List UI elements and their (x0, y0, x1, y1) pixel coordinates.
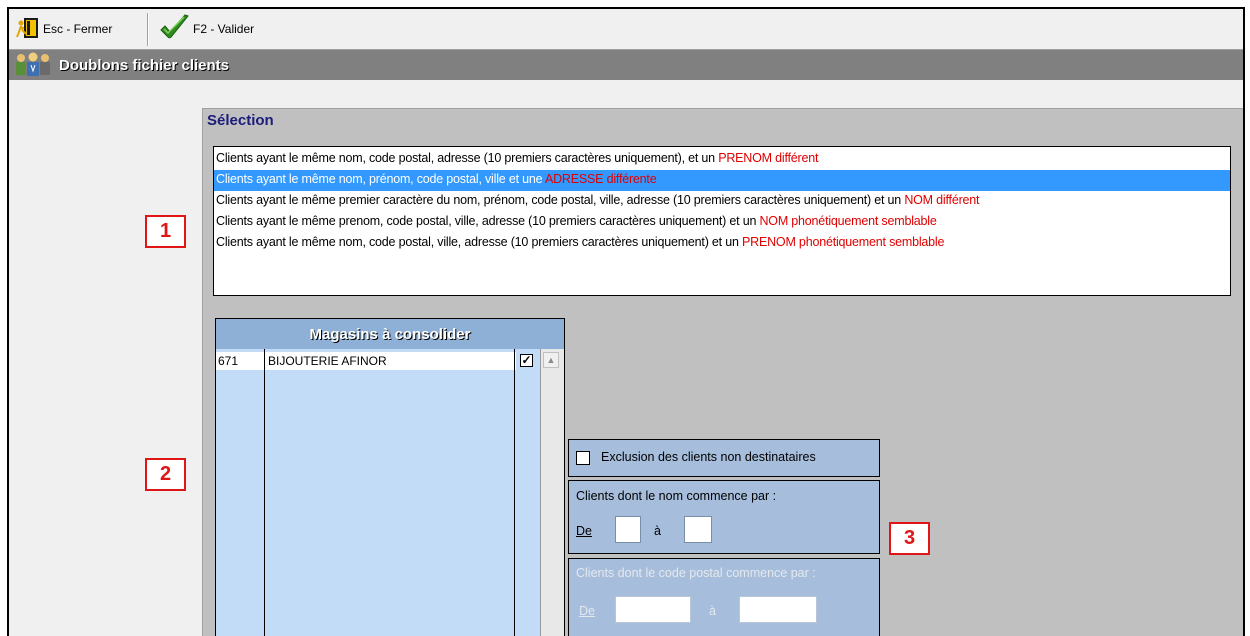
name-from-label: De (576, 524, 592, 538)
criteria-item-selected[interactable]: Clients ayant le même nom, prénom, code … (214, 170, 1230, 191)
toolbar: Esc - Fermer F2 - Valider (9, 9, 1243, 50)
form-title-bar: Doublons fichier clients (9, 50, 1243, 80)
criteria-text: Clients ayant le même nom, code postal, … (216, 235, 742, 249)
criteria-text: Clients ayant le même premier caractère … (216, 193, 905, 207)
store-checkbox[interactable]: ✓ (520, 354, 533, 367)
table-row[interactable]: 671 BIJOUTERIE AFINOR (216, 352, 516, 370)
marker-1: 1 (145, 215, 186, 248)
exclusion-label: Exclusion des clients non destinataires (601, 450, 816, 464)
selection-title: Sélection (207, 112, 274, 129)
criteria-highlight: ADRESSE différente (544, 172, 657, 186)
criteria-text: Clients ayant le même prenom, code posta… (216, 214, 760, 228)
close-button[interactable]: Esc - Fermer (15, 14, 112, 44)
criteria-item[interactable]: Clients ayant le même nom, code postal, … (214, 149, 1230, 170)
postal-from-input[interactable] (615, 596, 691, 623)
stores-grid-body: 671 BIJOUTERIE AFINOR ✓ ▲ (216, 349, 564, 636)
stores-grid[interactable]: Magasins à consolider 671 BIJOUTERIE AFI… (215, 318, 565, 636)
people-group-icon (13, 51, 53, 80)
name-from-input[interactable] (615, 516, 641, 543)
exclusion-checkbox[interactable] (576, 451, 590, 465)
main-content: Sélection Clients ayant le même nom, cod… (9, 80, 1243, 636)
scroll-up-arrow-icon[interactable]: ▲ (543, 352, 559, 368)
postal-to-input[interactable] (739, 596, 817, 623)
stores-grid-header: Magasins à consolider (216, 319, 564, 349)
postal-range-title: Clients dont le code postal commence par… (576, 566, 816, 580)
criteria-item[interactable]: Clients ayant le même prenom, code posta… (214, 212, 1230, 233)
postal-to-label: à (709, 604, 716, 618)
marker-3: 3 (889, 522, 930, 555)
name-range-title: Clients dont le nom commence par : (576, 489, 777, 503)
toolbar-separator (147, 13, 148, 46)
exclusion-box: Exclusion des clients non destinataires (568, 439, 880, 477)
postal-from-label: De (579, 604, 595, 618)
name-to-label: à (654, 524, 661, 538)
store-code: 671 (218, 354, 239, 368)
form-title: Doublons fichier clients (59, 56, 230, 74)
criteria-item[interactable]: Clients ayant le même nom, code postal, … (214, 233, 1230, 254)
criteria-text: Clients ayant le même nom, prénom, code … (216, 172, 545, 186)
store-name: BIJOUTERIE AFINOR (268, 354, 387, 368)
name-range-box: Clients dont le nom commence par : De à (568, 480, 880, 554)
criteria-item[interactable]: Clients ayant le même premier caractère … (214, 191, 1230, 212)
column-divider (264, 349, 265, 636)
criteria-highlight: PRENOM phonétiquement semblable (742, 235, 945, 249)
exit-door-icon (15, 15, 41, 44)
marker-2: 2 (145, 458, 186, 491)
criteria-text: Clients ayant le même nom, code postal, … (216, 151, 719, 165)
duplicate-criteria-list[interactable]: Clients ayant le même nom, code postal, … (213, 146, 1231, 296)
checkmark-icon (159, 13, 191, 46)
name-to-input[interactable] (684, 516, 712, 543)
postal-range-box: Clients dont le code postal commence par… (568, 558, 880, 636)
criteria-highlight: NOM phonétiquement semblable (759, 214, 937, 228)
criteria-highlight: NOM différent (904, 193, 980, 207)
app-window: Esc - Fermer F2 - Valider Doublons fichi… (7, 7, 1245, 636)
validate-button-label: F2 - Valider (193, 22, 255, 36)
close-button-label: Esc - Fermer (43, 22, 113, 36)
validate-button[interactable]: F2 - Valider (159, 13, 255, 46)
column-divider (514, 349, 515, 636)
criteria-highlight: PRENOM différent (718, 151, 819, 165)
stores-scrollbar[interactable]: ▲ (540, 349, 564, 636)
